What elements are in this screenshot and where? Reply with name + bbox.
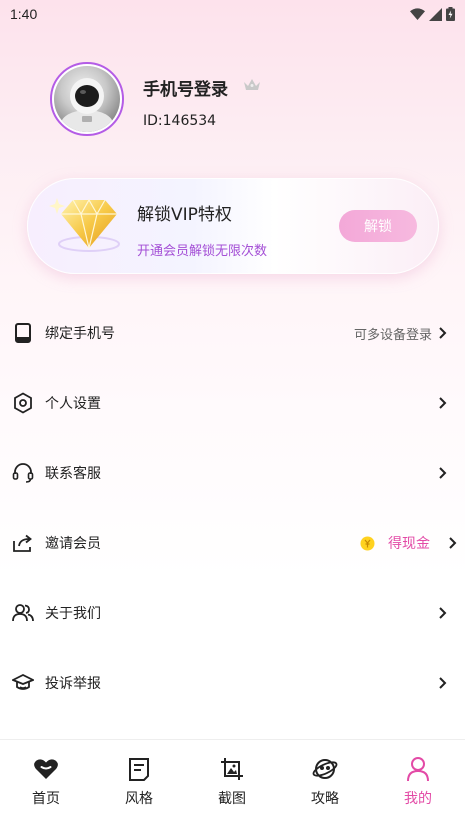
user-id: ID:146534 — [143, 113, 217, 129]
settings-hex-icon — [12, 392, 34, 414]
menu-label-invite: 邀请会员 — [45, 536, 101, 552]
crown-icon — [244, 79, 260, 90]
chevron-right-icon — [439, 467, 447, 479]
menu-item-about[interactable]: 关于我们 — [0, 588, 465, 638]
login-title[interactable]: 手机号登录 — [143, 75, 228, 100]
signal-icon — [429, 7, 442, 21]
avatar[interactable] — [50, 62, 124, 136]
chevron-right-icon — [449, 537, 457, 549]
nav-label-home: 首页 — [32, 791, 60, 807]
multi-device-hint: 可多设备登录 — [353, 327, 432, 343]
person-icon — [405, 756, 431, 782]
coin-icon — [360, 536, 375, 550]
report-icon — [12, 672, 34, 694]
astronaut-avatar-image — [54, 66, 120, 132]
bottom-nav: 首页 风格 截图 攻略 我的 — [0, 739, 465, 827]
menu-item-invite[interactable]: 邀请会员 得现金 — [0, 518, 465, 568]
nav-home[interactable]: 首页 — [16, 756, 76, 808]
nav-style[interactable]: 风格 — [109, 756, 169, 808]
diamond-icon — [49, 198, 120, 252]
menu-label-bind-phone: 绑定手机号 — [45, 326, 115, 342]
planet-icon — [312, 756, 338, 782]
unlock-button[interactable]: 解锁 — [339, 210, 417, 242]
nav-guide[interactable]: 攻略 — [295, 756, 355, 808]
status-icons — [410, 7, 455, 21]
profile-screen: 1:40 手机号登录 ID:146534 解锁VIP特权 开通会员解锁无限次数 … — [0, 0, 465, 827]
chevron-right-icon — [439, 397, 447, 409]
menu-item-report[interactable]: 投诉举报 — [0, 658, 465, 708]
document-icon — [126, 756, 152, 782]
vip-title: 解锁VIP特权 — [137, 205, 232, 225]
nav-label-guide: 攻略 — [311, 791, 339, 807]
status-time: 1:40 — [10, 6, 38, 22]
vip-card[interactable]: 解锁VIP特权 开通会员解锁无限次数 解锁 — [27, 178, 439, 274]
menu-label-report: 投诉举报 — [45, 676, 101, 692]
wifi-icon — [410, 7, 425, 20]
nav-label-mine: 我的 — [404, 791, 432, 807]
nav-label-screenshot: 截图 — [218, 791, 246, 807]
battery-icon — [446, 7, 455, 21]
phone-icon — [12, 322, 34, 344]
menu-item-bind-phone[interactable]: 绑定手机号 可多设备登录 — [0, 308, 465, 358]
chevron-right-icon — [439, 677, 447, 689]
heart-icon — [33, 756, 59, 782]
chevron-right-icon — [439, 327, 447, 339]
menu-label-about: 关于我们 — [45, 606, 101, 622]
users-icon — [12, 602, 34, 624]
headset-icon — [12, 462, 34, 484]
menu-item-settings[interactable]: 个人设置 — [0, 378, 465, 428]
menu-item-customer-service[interactable]: 联系客服 — [0, 448, 465, 498]
nav-mine[interactable]: 我的 — [388, 756, 448, 808]
status-bar: 1:40 — [0, 0, 465, 28]
chevron-right-icon — [439, 607, 447, 619]
menu-label-settings: 个人设置 — [45, 396, 101, 412]
menu-label-customer-service: 联系客服 — [45, 466, 101, 482]
share-icon — [12, 532, 34, 554]
nav-label-style: 风格 — [125, 791, 153, 807]
crop-image-icon — [219, 756, 245, 782]
earn-cash-label: 得现金 — [388, 536, 430, 552]
vip-subtitle: 开通会员解锁无限次数 — [137, 244, 268, 259]
nav-screenshot[interactable]: 截图 — [202, 756, 262, 808]
